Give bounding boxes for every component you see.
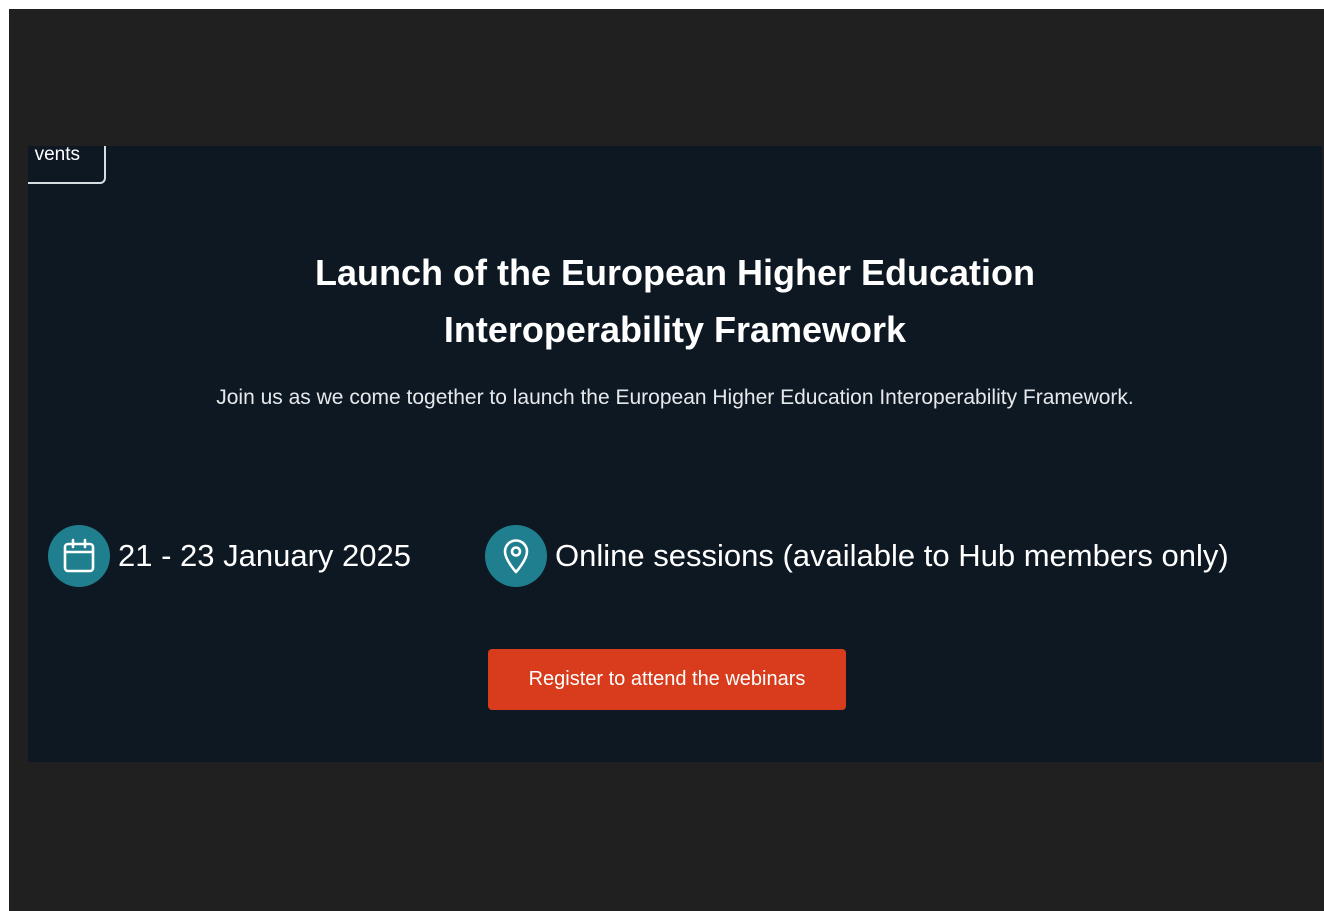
event-date-text: 21 - 23 January 2025: [118, 538, 411, 573]
register-webinars-button[interactable]: Register to attend the webinars: [488, 649, 846, 710]
screenshot-frame: vents Launch of the European Higher Educ…: [9, 9, 1324, 911]
event-title-line-2: Interoperability Framework: [443, 309, 907, 350]
event-banner: vents Launch of the European Higher Educ…: [28, 146, 1322, 762]
event-location-text: Online sessions (available to Hub member…: [555, 538, 1229, 573]
event-location: Online sessions (available to Hub member…: [485, 524, 1229, 588]
events-back-label: vents: [34, 146, 80, 165]
event-description: Join us as we come together to launch th…: [216, 386, 1134, 409]
event-title: Launch of the European Higher Education …: [28, 244, 1322, 358]
location-pin-icon: [485, 525, 547, 587]
events-back-button[interactable]: vents: [28, 146, 106, 184]
event-title-line-1: Launch of the European Higher Education: [314, 252, 1036, 293]
calendar-icon: [48, 525, 110, 587]
event-date: 21 - 23 January 2025: [48, 524, 411, 588]
